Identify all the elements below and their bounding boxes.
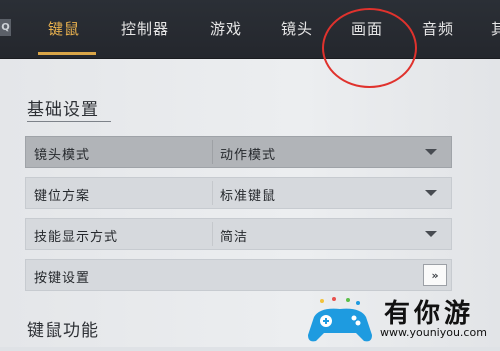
tab-audio[interactable]: 音频 xyxy=(422,18,454,39)
row-divider xyxy=(212,140,213,164)
camera-mode-dropdown[interactable]: 动作模式 xyxy=(220,144,276,163)
setting-label: 技能显示方式 xyxy=(34,230,119,245)
setting-row-key-settings[interactable]: 按键设置 » xyxy=(25,259,452,291)
key-settings-button[interactable]: » xyxy=(423,264,447,286)
gamepad-icon xyxy=(308,297,372,342)
row-divider xyxy=(212,222,213,246)
tab-controller[interactable]: 控制器 xyxy=(121,18,169,39)
setting-row-skill-display[interactable]: 技能显示方式 简洁 xyxy=(25,218,452,250)
watermark-text: 有你游 xyxy=(384,299,475,329)
active-tab-indicator xyxy=(38,52,96,55)
tab-keyboard-mouse[interactable]: 键鼠 xyxy=(48,18,80,39)
section-divider xyxy=(27,121,111,122)
chevron-down-icon[interactable] xyxy=(425,149,437,155)
top-nav-bar: Q 键鼠 控制器 游戏 镜头 画面 音频 其 xyxy=(0,0,500,59)
watermark-logo: 有你游 www.youniyou.com xyxy=(300,295,500,347)
setting-row-camera-mode[interactable]: 镜头模式 动作模式 xyxy=(25,136,452,168)
tab-game[interactable]: 游戏 xyxy=(210,18,242,39)
section-title-basic: 基础设置 xyxy=(27,100,99,120)
setting-label: 镜头模式 xyxy=(34,148,91,163)
chevron-down-icon[interactable] xyxy=(425,231,437,237)
tab-other[interactable]: 其 xyxy=(491,18,500,39)
chevron-down-icon[interactable] xyxy=(425,190,437,196)
watermark-url: www.youniyou.com xyxy=(380,326,487,339)
back-icon[interactable]: Q xyxy=(0,19,11,36)
tab-camera[interactable]: 镜头 xyxy=(281,18,313,39)
setting-label: 键位方案 xyxy=(34,189,91,204)
setting-row-key-scheme[interactable]: 键位方案 标准键鼠 xyxy=(25,177,452,209)
skill-display-dropdown[interactable]: 简洁 xyxy=(220,226,248,245)
annotation-circle xyxy=(322,8,417,88)
section-title-keyboard-functions: 键鼠功能 xyxy=(27,321,99,341)
setting-label: 按键设置 xyxy=(34,271,91,286)
row-divider xyxy=(212,181,213,205)
key-scheme-dropdown[interactable]: 标准键鼠 xyxy=(220,185,276,204)
